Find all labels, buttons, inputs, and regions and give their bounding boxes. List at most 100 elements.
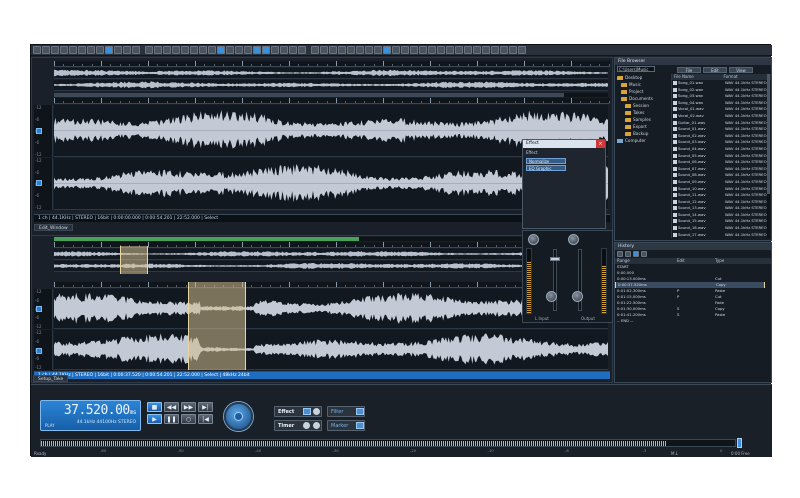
tree-item[interactable]: Documents — [617, 95, 669, 102]
tree-item[interactable]: Backup — [617, 130, 669, 137]
stop-button[interactable]: ■ — [147, 402, 162, 412]
effect-dialog-title[interactable]: Effect × — [523, 140, 605, 148]
timeline-ruler-top[interactable] — [54, 61, 610, 67]
waveform-selection-region[interactable] — [188, 282, 246, 370]
toolbar-tool-icon[interactable] — [244, 46, 252, 54]
fast-forward-button[interactable]: ▶▶ — [181, 402, 196, 412]
input-gain-knob[interactable] — [528, 234, 539, 245]
toolbar-tool-icon[interactable] — [437, 46, 445, 54]
path-field[interactable]: C:\Users\Music — [617, 66, 655, 72]
tab-setup-take[interactable]: Setup_Take — [33, 375, 69, 382]
channel-right-button[interactable] — [36, 180, 42, 186]
toolbar-tool-icon[interactable] — [482, 46, 490, 54]
peak-hold-marker[interactable] — [737, 438, 742, 448]
toolbar-tool-icon[interactable] — [455, 46, 463, 54]
toolbar-tool-icon[interactable] — [60, 46, 68, 54]
toolbar-tool-icon[interactable] — [132, 46, 140, 54]
channel-left-button-bottom[interactable] — [36, 306, 42, 312]
file-row[interactable]: Song_03.wav WAV 44.1kHz STEREO — [672, 93, 771, 100]
file-row[interactable]: Sound_03.wav WAV 44.1kHz STEREO — [672, 139, 771, 146]
timer-button[interactable]: Timer — [274, 420, 322, 431]
channel-left-button[interactable] — [36, 128, 42, 134]
toolbar-tool-icon[interactable] — [392, 46, 400, 54]
toolbar-tool-icon[interactable] — [280, 46, 288, 54]
file-row[interactable]: Sound_08.wav WAV 44.1kHz STEREO — [672, 172, 771, 179]
toolbar-tool-icon[interactable] — [78, 46, 86, 54]
toolbar-tool-icon[interactable] — [428, 46, 436, 54]
toolbar-tool-icon[interactable] — [87, 46, 95, 54]
effect-item-normalize[interactable]: Normalize — [526, 158, 566, 164]
loop-button[interactable]: ○ — [181, 414, 196, 424]
file-row[interactable]: Sound_10.wav WAV 44.1kHz STEREO — [672, 186, 771, 193]
toolbar-tool-icon[interactable] — [253, 46, 261, 54]
toolbar-tool-icon[interactable] — [320, 46, 328, 54]
tree-item[interactable]: Music — [617, 81, 669, 88]
tree-item[interactable]: Computer — [617, 137, 669, 144]
file-row[interactable]: Sound_15.wav WAV 44.1kHz STEREO — [672, 218, 771, 225]
file-row[interactable]: Sound_17.wav WAV 44.1kHz STEREO — [672, 232, 771, 239]
toolbar-tool-icon[interactable] — [114, 46, 122, 54]
toolbar-tool-icon[interactable] — [123, 46, 131, 54]
toolbar-tool-icon[interactable] — [356, 46, 364, 54]
file-list-scrollbar[interactable] — [767, 74, 770, 238]
file-row[interactable]: Vocal_01.wav WAV 44.1kHz STEREO — [672, 106, 771, 113]
history-row[interactable]: 0:00:37.520ms Copy — [615, 282, 765, 288]
waveform-overview-1[interactable] — [54, 68, 608, 79]
toolbar-tool-icon[interactable] — [491, 46, 499, 54]
toolbar-tool-icon[interactable] — [329, 46, 337, 54]
filter-button[interactable]: Filter — [327, 406, 365, 417]
file-row[interactable]: Guitar_01.wav WAV 44.1kHz STEREO — [672, 120, 771, 127]
file-row[interactable]: Sound_07.wav WAV 44.1kHz STEREO — [672, 166, 771, 173]
pan-knob[interactable] — [546, 291, 557, 302]
effect-button[interactable]: Effect — [274, 406, 322, 417]
undo-icon[interactable] — [617, 251, 623, 257]
timeline-ruler-detail-top[interactable] — [54, 98, 610, 104]
pause-button[interactable]: ❚❚ — [164, 414, 179, 424]
tree-item[interactable]: Project — [617, 88, 669, 95]
toolbar-tool-icon[interactable] — [500, 46, 508, 54]
toolbar-tool-icon[interactable] — [311, 46, 319, 54]
output-gain-knob[interactable] — [568, 234, 579, 245]
toolbar-tool-icon[interactable] — [51, 46, 59, 54]
redo-icon[interactable] — [625, 251, 631, 257]
tree-item[interactable]: Export — [617, 123, 669, 130]
toolbar-tool-icon[interactable] — [199, 46, 207, 54]
skip-start-button[interactable]: |◀ — [198, 414, 213, 424]
toolbar-tool-icon[interactable] — [271, 46, 279, 54]
file-row[interactable]: Sound_09.wav WAV 44.1kHz STEREO — [672, 179, 771, 186]
waveform-overview-2[interactable] — [54, 80, 608, 91]
toolbar-tool-icon[interactable] — [473, 46, 481, 54]
toolbar-tool-icon[interactable] — [217, 46, 225, 54]
toolbar-tool-icon[interactable] — [401, 46, 409, 54]
file-row[interactable]: Song_02.wav WAV 44.1kHz STEREO — [672, 87, 771, 94]
file-row[interactable]: Sound_11.wav WAV 44.1kHz STEREO — [672, 192, 771, 199]
file-row[interactable]: Sound_01.wav WAV 44.1kHz STEREO — [672, 126, 771, 133]
toolbar-tool-icon[interactable] — [446, 46, 454, 54]
check-icon[interactable] — [633, 251, 639, 257]
toolbar-tool-icon[interactable] — [208, 46, 216, 54]
toolbar-tool-icon[interactable] — [69, 46, 77, 54]
toolbar-tool-icon[interactable] — [365, 46, 373, 54]
balance-knob[interactable] — [572, 291, 583, 302]
toolbar-tool-icon[interactable] — [172, 46, 180, 54]
file-row[interactable]: Sound_06.wav WAV 44.1kHz STEREO — [672, 159, 771, 166]
toolbar-tool-icon[interactable] — [181, 46, 189, 54]
tab-edit-window[interactable]: Edit_Window — [34, 224, 73, 231]
toolbar-tool-icon[interactable] — [419, 46, 427, 54]
toolbar-tool-icon[interactable] — [298, 46, 306, 54]
tree-item[interactable]: Session — [617, 102, 669, 109]
file-row[interactable]: Sound_02.wav WAV 44.1kHz STEREO — [672, 133, 771, 140]
skip-end-button[interactable]: ▶| — [198, 402, 213, 412]
toolbar-tool-icon[interactable] — [518, 46, 526, 54]
waveform-channel-right-bottom[interactable] — [54, 330, 608, 370]
toolbar-tool-icon[interactable] — [190, 46, 198, 54]
file-row[interactable]: Sound_04.wav WAV 44.1kHz STEREO — [672, 146, 771, 153]
file-row[interactable]: Song_01.wav WAV 44.1kHz STEREO — [672, 80, 771, 87]
file-row[interactable]: Sound_14.wav WAV 44.1kHz STEREO — [672, 212, 771, 219]
tree-item[interactable]: Samples — [617, 116, 669, 123]
toolbar-tool-icon[interactable] — [289, 46, 297, 54]
toolbar-tool-icon[interactable] — [105, 46, 113, 54]
clear-icon[interactable] — [641, 251, 647, 257]
toolbar-tool-icon[interactable] — [235, 46, 243, 54]
tab-view[interactable]: View — [729, 67, 753, 73]
